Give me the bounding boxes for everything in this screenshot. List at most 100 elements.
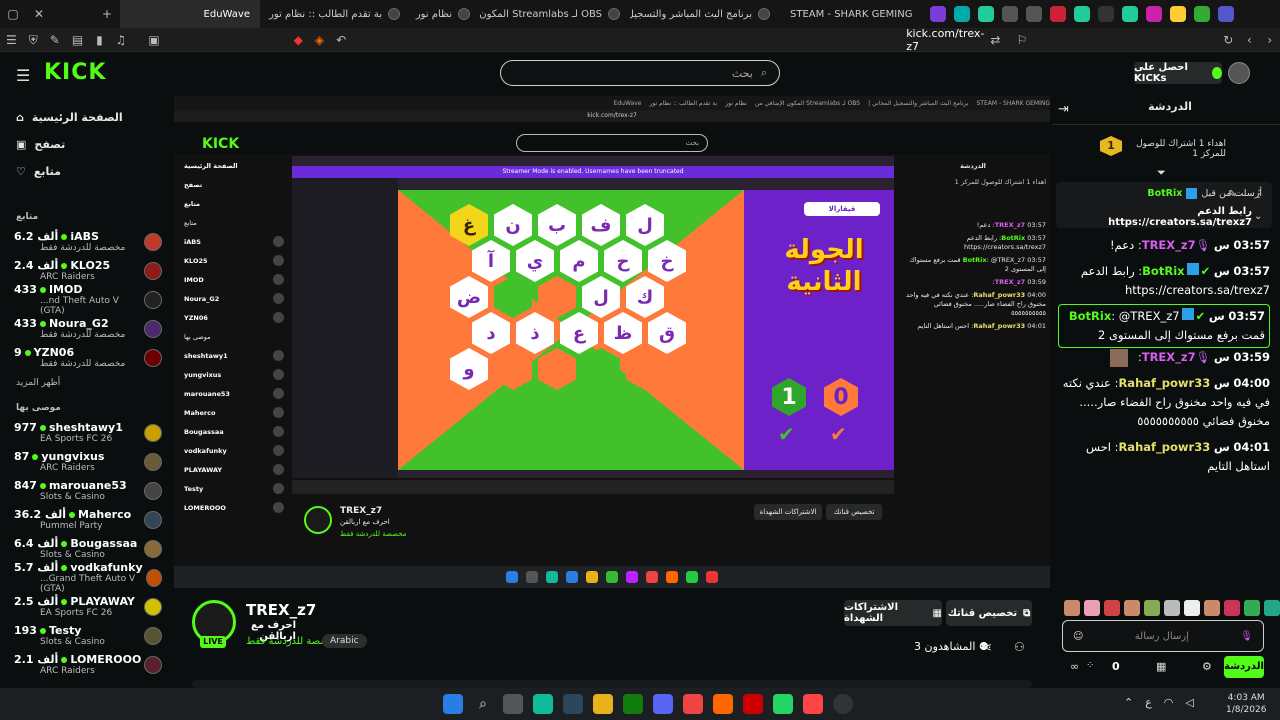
chat-message[interactable]: 03:57 س ✔BotRix: @TREX_z7 قمت برفع مستوا… xyxy=(1058,304,1270,348)
obs-icon[interactable] xyxy=(833,694,853,714)
mic-icon[interactable]: 🎙 xyxy=(1240,631,1253,642)
url-text[interactable]: kick.com/trex-z7 xyxy=(906,27,984,53)
nav-forward-icon[interactable]: › xyxy=(1266,33,1274,47)
pinned-tab-icon[interactable] xyxy=(954,6,970,22)
recommended-channel-item[interactable]: 6.4 ألف Bougassaa Slots & Casino xyxy=(0,534,172,563)
chat-message[interactable]: 03:57 س 🎙TREX_z7: دعم! xyxy=(1060,236,1270,255)
show-more-link[interactable]: أظهر المزيد xyxy=(0,372,172,394)
tab-steam[interactable]: STEAM - SHARK GEMING xyxy=(780,0,920,28)
recommended-channel-item[interactable]: 847 marouane53 Slots & Casino xyxy=(0,476,172,505)
kick-logo[interactable]: KICK xyxy=(44,60,106,85)
recommended-channel-item[interactable]: 977 sheshtawy1 EA Sports FC 26 xyxy=(0,418,172,447)
notes-icon[interactable]: ▤ xyxy=(72,33,83,47)
tab-close-icon[interactable]: ✕ xyxy=(32,7,46,21)
brave-icon[interactable] xyxy=(713,694,733,714)
pinned-tab-icon[interactable] xyxy=(1026,6,1042,22)
recommended-channel-item[interactable]: 5.7 ألف vodkafunky ...Grand Theft Auto V (… xyxy=(0,561,172,594)
pinned-tab-icon[interactable] xyxy=(1122,6,1138,22)
pinned-tab-icon[interactable] xyxy=(1170,6,1186,22)
emoji-icon[interactable]: ☺ xyxy=(1073,631,1083,642)
back-icon[interactable]: ↶ xyxy=(336,33,346,47)
chat-username[interactable]: Rahaf_powr33 xyxy=(1118,376,1210,390)
pinned-more-icon[interactable]: ⋮ xyxy=(1254,189,1264,200)
collapse-chat-icon[interactable]: ⇥ xyxy=(1058,102,1069,117)
bookmark-icon[interactable]: ⚐ xyxy=(1016,33,1027,47)
channel-points-icon[interactable]: ⁘ xyxy=(1086,660,1094,671)
sidebar-item-home[interactable]: ⌂ الصفحة الرئيسية xyxy=(0,104,172,131)
emote-icon[interactable] xyxy=(1144,600,1160,616)
share-url-icon[interactable]: ⇄ xyxy=(990,33,1000,47)
lang-indicator[interactable]: ع xyxy=(1145,696,1152,709)
emote-icon[interactable] xyxy=(1264,600,1280,616)
emote-icon[interactable] xyxy=(1104,600,1120,616)
following-channel-item[interactable]: 6.2 ألف iABS مخصصة للدردشة فقط xyxy=(0,227,172,256)
streamer-name[interactable]: TREX_z7 xyxy=(246,601,316,619)
sidebar-item-following[interactable]: ♡ متابع xyxy=(0,158,172,185)
chat-message[interactable]: 03:57 س ✔BotRix: رابط الدعم https://crea… xyxy=(1060,262,1270,300)
emote-icon[interactable] xyxy=(1204,600,1220,616)
pinned-tab-icon[interactable] xyxy=(1146,6,1162,22)
windows-start-icon[interactable] xyxy=(443,694,463,714)
brave-browser-icon[interactable] xyxy=(803,694,823,714)
language-tag[interactable]: Arabic xyxy=(322,634,367,648)
tab-streamlabs[interactable]: OBS لـ Streamlabs المكون الإضافي من xyxy=(480,0,630,28)
chrome-icon[interactable] xyxy=(683,694,703,714)
pinned-tab-icon[interactable] xyxy=(1194,6,1210,22)
recommended-channel-item[interactable]: 2.5 ألف PLAYAWAY EA Sports FC 26 xyxy=(0,592,172,621)
panel-icon[interactable]: ▮ xyxy=(95,33,103,47)
pinned-tab-icon[interactable] xyxy=(1002,6,1018,22)
following-channel-item[interactable]: 433 IMOD ...nd Theft Auto V (GTA) xyxy=(0,283,172,316)
share-icon[interactable]: ⋖ xyxy=(982,640,992,654)
customize-channel-button[interactable]: تخصيص قناتك ⧉ xyxy=(946,600,1032,626)
pinned-tab-icon[interactable] xyxy=(1050,6,1066,22)
chat-username[interactable]: BotRix xyxy=(1142,264,1184,278)
chat-username[interactable]: TREX_z7 xyxy=(1142,238,1196,252)
emote-icon[interactable] xyxy=(1124,600,1140,616)
tab-noor[interactable]: نظام نور xyxy=(410,0,480,28)
recommended-channel-item[interactable]: 193 Testy Slots & Casino xyxy=(0,621,172,650)
chat-message[interactable]: 04:00 س Rahaf_powr33: عندي نكته في فيه و… xyxy=(1060,374,1270,431)
recommended-channel-item[interactable]: 2.1 ألف LOMEROOO ARC Raiders xyxy=(0,650,172,679)
chat-message[interactable]: 03:59 س 🎙TREX_z7: xyxy=(1060,348,1270,367)
xbox-icon[interactable] xyxy=(623,694,643,714)
emote-icon[interactable] xyxy=(1064,600,1080,616)
pinned-tab-icon[interactable] xyxy=(1218,6,1234,22)
tab-student-progress[interactable]: بة تقدم الطالب :: نظام تور xyxy=(260,0,410,28)
wifi-icon[interactable]: ◠ xyxy=(1164,696,1174,709)
user-avatar[interactable] xyxy=(1228,62,1250,84)
send-chat-button[interactable]: الدردشة xyxy=(1224,656,1264,678)
hamburger-menu-icon[interactable]: ☰ xyxy=(16,66,30,85)
edge-icon[interactable] xyxy=(533,694,553,714)
goal-expand-icon[interactable]: ⏷ xyxy=(1157,166,1166,180)
get-kicks-button[interactable]: احصل على KICKs xyxy=(1134,62,1222,84)
pinned-expand-icon[interactable]: ⌄ xyxy=(1254,211,1262,222)
chat-message[interactable]: 04:01 س Rahaf_powr33: احس استاهل التايم xyxy=(1060,438,1270,476)
volume-icon[interactable]: ◁ xyxy=(1185,696,1193,709)
chat-username[interactable]: BotRix xyxy=(1069,309,1111,323)
edit-icon[interactable]: ✎ xyxy=(50,33,60,47)
discord-icon[interactable] xyxy=(653,694,673,714)
music-icon[interactable]: ♫ xyxy=(116,33,127,47)
steam-icon[interactable] xyxy=(563,694,583,714)
pinned-tab-icon[interactable] xyxy=(930,6,946,22)
whatsapp-icon[interactable] xyxy=(773,694,793,714)
following-channel-item[interactable]: 9 YZN06 مخصصة للدردشة فقط xyxy=(0,343,172,372)
app-icon[interactable] xyxy=(743,694,763,714)
points-icon[interactable]: ∞ xyxy=(1070,660,1079,673)
video-player[interactable]: STEAM - SHARK GEMING برنامج البث المباشر… xyxy=(174,96,1050,588)
tray-expand-icon[interactable]: ⌃ xyxy=(1124,696,1133,709)
new-tab-button[interactable]: + xyxy=(100,7,114,21)
chat-message-input[interactable]: ☺ إرسال رسالة 🎙 xyxy=(1062,620,1264,652)
pinned-text[interactable]: رابط الدعم https://creators.sa/trexz7 xyxy=(1062,206,1252,228)
emote-icon[interactable] xyxy=(1084,600,1100,616)
sidebar-item-browse[interactable]: ▣ تصفح xyxy=(0,131,172,158)
pin-icon[interactable]: ✎ xyxy=(1228,189,1236,200)
shield-icon[interactable]: ⛨ xyxy=(29,33,38,47)
task-view-icon[interactable] xyxy=(503,694,523,714)
add-user-icon[interactable]: ⚇ xyxy=(1014,640,1025,654)
sidebar-toggle-icon[interactable]: ☰ xyxy=(6,33,17,47)
tabs-icon[interactable]: ▣ xyxy=(148,33,159,47)
emote-icon[interactable] xyxy=(1244,600,1260,616)
following-channel-item[interactable]: 2.4 ألف KLO25 ARC Raiders xyxy=(0,256,172,285)
pinned-tab-icon[interactable] xyxy=(978,6,994,22)
